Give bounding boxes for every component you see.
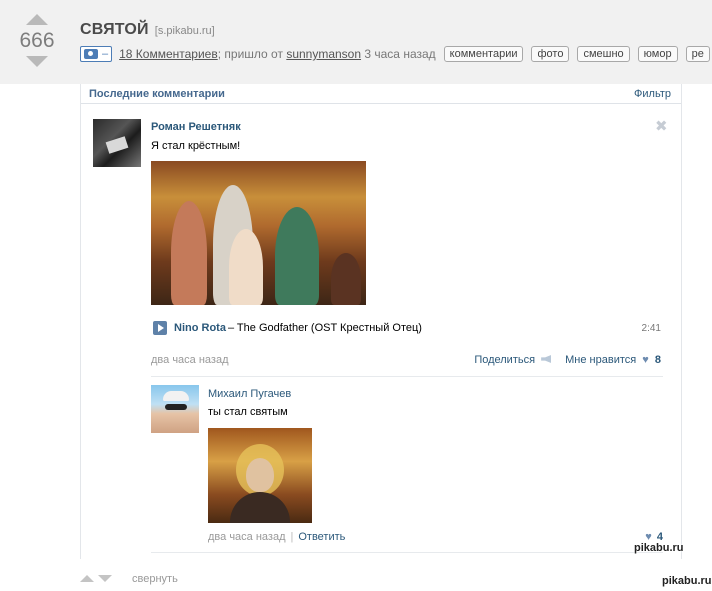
widget-bottom-divider <box>151 552 663 553</box>
comment-text: Я стал крёстным! <box>151 140 241 152</box>
tag-comments[interactable]: комментарии <box>443 46 524 62</box>
comment-author[interactable]: Роман Решетняк <box>151 121 241 133</box>
photo-badge[interactable]: – <box>80 46 113 62</box>
post-time: 3 часа назад <box>364 47 436 61</box>
comments-widget: Последние комментарии Фильтр Роман Решет… <box>80 84 682 559</box>
collapse-link[interactable]: свернуть <box>132 573 178 585</box>
play-icon[interactable] <box>153 321 167 335</box>
share-label: Поделиться <box>474 354 536 366</box>
watermark: pikabu.ru <box>662 575 712 587</box>
post-meta: – 18 Комментариев ; пришло от sunnymanso… <box>80 46 710 62</box>
footer-downvote-icon[interactable] <box>98 575 112 582</box>
comments-link[interactable]: 18 Комментариев <box>119 47 218 61</box>
camera-icon <box>84 49 98 59</box>
reply-time: два часа назад <box>208 531 286 543</box>
tag-photo[interactable]: фото <box>531 46 570 62</box>
filter-link[interactable]: Фильтр <box>634 88 671 100</box>
audio-duration: 2:41 <box>641 322 661 334</box>
separator: | <box>290 531 294 543</box>
audio-title: – The Godfather (OST Крестный Отец) <box>227 322 422 334</box>
vote-block: 666 <box>14 14 60 67</box>
heart-icon: ♥ <box>642 354 649 366</box>
like-label: Мне нравится <box>565 354 637 366</box>
tag-funny[interactable]: смешно <box>577 46 630 62</box>
comment-footer: два часа назад Поделиться Мне нравится ♥… <box>151 352 661 368</box>
watermark: pikabu.ru <box>634 542 684 554</box>
like-button[interactable]: Мне нравится ♥ 8 <box>565 354 661 366</box>
author-link[interactable]: sunnymanson <box>286 47 361 61</box>
reply-text: ты стал святым <box>208 406 288 418</box>
reply-avatar[interactable] <box>151 385 199 433</box>
post-title[interactable]: СВЯТОЙ <box>80 21 149 38</box>
share-button[interactable]: Поделиться <box>474 354 552 366</box>
reply-photo[interactable] <box>208 428 312 523</box>
audio-artist[interactable]: Nino Rota <box>174 322 226 334</box>
reply-author[interactable]: Михаил Пугачев <box>208 388 291 400</box>
reply-footer: два часа назад | Ответить ♥ 4 <box>208 530 663 544</box>
footer-upvote-icon[interactable] <box>80 575 94 582</box>
megaphone-icon <box>541 355 552 363</box>
like-count: 8 <box>654 354 661 366</box>
title-row: СВЯТОЙ [s.pikabu.ru] <box>80 21 215 39</box>
post-header: 666 СВЯТОЙ [s.pikabu.ru] – 18 Комментари… <box>0 0 712 84</box>
avatar[interactable] <box>93 119 141 167</box>
comment-divider <box>151 376 663 377</box>
via-text: ; пришло от <box>217 47 283 61</box>
post-score: 666 <box>19 29 55 52</box>
upvote-arrow-icon[interactable] <box>26 14 48 25</box>
tag-humor[interactable]: юмор <box>637 46 678 62</box>
tag-truncated[interactable]: ре <box>685 46 710 62</box>
footer-votes <box>80 575 112 582</box>
post-domain: [s.pikabu.ru] <box>154 25 215 37</box>
reply-button[interactable]: Ответить <box>298 531 345 543</box>
widget-title: Последние комментарии <box>89 87 225 100</box>
audio-track: Nino Rota – The Godfather (OST Крестный … <box>153 320 661 336</box>
photo-badge-dash: – <box>102 48 109 60</box>
downvote-arrow-icon[interactable] <box>26 56 48 67</box>
close-icon[interactable]: ✖ <box>655 117 668 135</box>
widget-header: Последние комментарии Фильтр <box>81 84 681 104</box>
comment-photo[interactable] <box>151 161 366 305</box>
comment-time: два часа назад <box>151 354 229 366</box>
